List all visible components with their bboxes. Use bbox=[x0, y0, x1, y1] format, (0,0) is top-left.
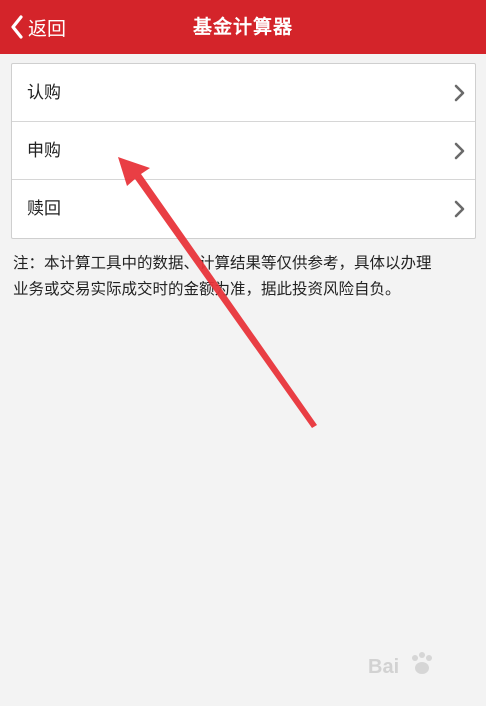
chevron-right-icon bbox=[454, 84, 465, 102]
menu-item-label: 赎回 bbox=[27, 199, 61, 219]
chevron-right-icon bbox=[454, 142, 465, 160]
page-title: 基金计算器 bbox=[192, 16, 293, 38]
menu-item-redemption[interactable]: 赎回 bbox=[12, 180, 475, 238]
calculator-menu: 认购 申购 赎回 bbox=[11, 63, 476, 239]
watermark-logo: Bai bbox=[368, 648, 458, 684]
watermark-text: Bai bbox=[368, 656, 400, 678]
menu-item-subscription[interactable]: 认购 bbox=[12, 64, 475, 122]
menu-item-label: 申购 bbox=[27, 141, 61, 161]
disclaimer-note: 注：本计算工具中的数据、计算结果等仅供参考，具体以办理 业务或交易实际成交时的金… bbox=[13, 254, 432, 298]
nav-bar: 返回 基金计算器 bbox=[0, 0, 486, 54]
menu-item-label: 认购 bbox=[27, 83, 61, 103]
chevron-right-icon bbox=[454, 200, 465, 218]
menu-item-purchase[interactable]: 申购 bbox=[12, 122, 475, 180]
